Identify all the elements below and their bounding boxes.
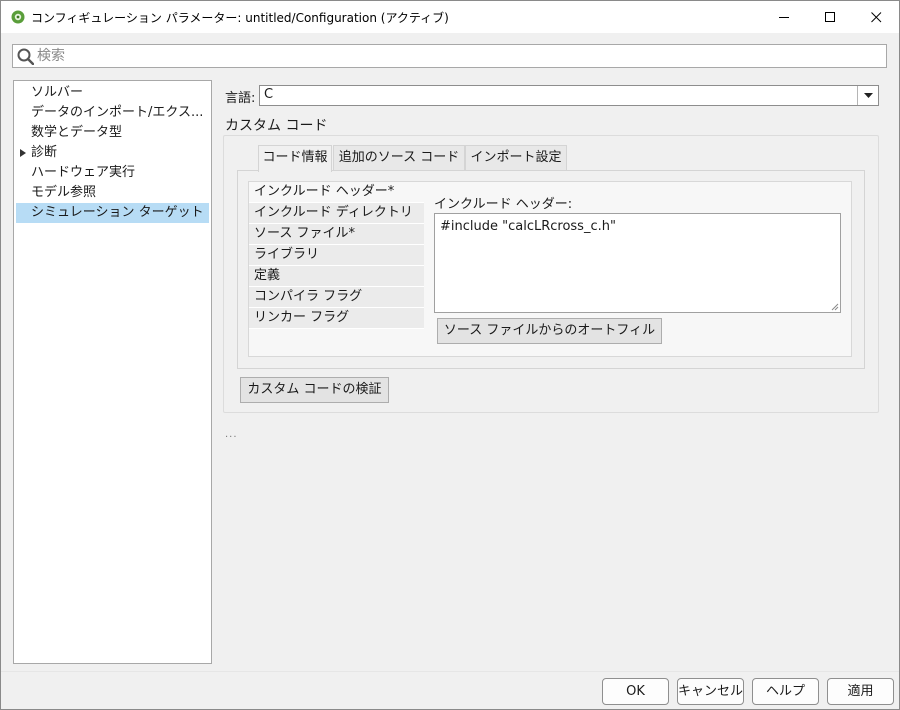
ok-button[interactable]: OK bbox=[602, 678, 669, 705]
list-item-label: ライブラリ bbox=[254, 247, 320, 262]
tree-item-label: 数学とデータ型 bbox=[31, 125, 123, 140]
tree-item-label: モデル参照 bbox=[31, 185, 97, 200]
code-info-list: インクルード ヘッダー* インクルード ディレクトリ ソース ファイル* ライブ… bbox=[249, 182, 424, 329]
window-title: コンフィギュレーション パラメーター: untitled/Configurati… bbox=[31, 11, 449, 25]
list-item-label: ソース ファイル* bbox=[254, 226, 355, 241]
maximize-icon bbox=[824, 11, 835, 22]
list-item-defines[interactable]: 定義 bbox=[249, 266, 424, 287]
expand-arrow-icon[interactable] bbox=[20, 149, 26, 157]
apply-button[interactable]: 適用 bbox=[827, 678, 894, 705]
list-item-label: リンカー フラグ bbox=[254, 310, 350, 325]
search-box[interactable] bbox=[12, 44, 887, 68]
maximize-button[interactable] bbox=[807, 1, 853, 33]
tree-item-label: 診断 bbox=[31, 145, 58, 160]
resize-grip-icon[interactable] bbox=[831, 303, 839, 311]
tab-import-settings[interactable]: インポート設定 bbox=[465, 145, 567, 171]
tab-label: コード情報 bbox=[262, 150, 328, 165]
include-headers-textarea[interactable]: #include "calcLRcross_c.h" bbox=[434, 213, 841, 313]
more-indicator: ... bbox=[225, 429, 238, 440]
list-item-label: インクルード ヘッダー* bbox=[254, 184, 395, 199]
tree-item-label: ハードウェア実行 bbox=[31, 165, 136, 180]
include-headers-value: #include "calcLRcross_c.h" bbox=[440, 219, 616, 234]
minimize-button[interactable] bbox=[761, 1, 807, 33]
tab-label: インポート設定 bbox=[470, 150, 562, 165]
title-bar[interactable]: コンフィギュレーション パラメーター: untitled/Configurati… bbox=[1, 1, 899, 33]
list-item-label: コンパイラ フラグ bbox=[254, 289, 363, 304]
validate-button-label: カスタム コードの検証 bbox=[247, 382, 382, 397]
tree-item-label: データのインポート/エクス... bbox=[31, 105, 204, 120]
cancel-button[interactable]: キャンセル bbox=[677, 678, 744, 705]
tree-item-data-import-export[interactable]: データのインポート/エクス... bbox=[16, 103, 209, 123]
dropdown-arrow-icon[interactable] bbox=[857, 86, 878, 105]
tree-item-hardware-implementation[interactable]: ハードウェア実行 bbox=[16, 163, 209, 183]
apply-button-label: 適用 bbox=[847, 684, 874, 699]
list-item-libraries[interactable]: ライブラリ bbox=[249, 245, 424, 266]
include-headers-label: インクルード ヘッダー: bbox=[434, 197, 573, 212]
list-item-linker-flags[interactable]: リンカー フラグ bbox=[249, 308, 424, 329]
tree-item-solver[interactable]: ソルバー bbox=[16, 83, 209, 103]
minimize-icon bbox=[778, 16, 789, 18]
close-icon bbox=[870, 11, 881, 22]
tree-item-label: ソルバー bbox=[31, 85, 84, 100]
footer-divider bbox=[1, 671, 899, 672]
list-item-label: 定義 bbox=[254, 268, 281, 283]
list-item-source-files[interactable]: ソース ファイル* bbox=[249, 224, 424, 245]
validate-custom-code-button[interactable]: カスタム コードの検証 bbox=[240, 377, 389, 403]
autofill-button-label: ソース ファイルからのオートフィル bbox=[443, 323, 656, 338]
list-item-compiler-flags[interactable]: コンパイラ フラグ bbox=[249, 287, 424, 308]
tree-item-diagnostics[interactable]: 診断 bbox=[16, 143, 209, 163]
tab-additional-source-code[interactable]: 追加のソース コード bbox=[333, 145, 465, 171]
tree-item-math-data-types[interactable]: 数学とデータ型 bbox=[16, 123, 209, 143]
tab-label: 追加のソース コード bbox=[338, 150, 460, 165]
tree-item-simulation-target[interactable]: シミュレーション ターゲット bbox=[16, 203, 209, 223]
tree-item-label: シミュレーション ターゲット bbox=[31, 205, 204, 220]
language-dropdown[interactable]: C bbox=[259, 85, 879, 106]
tree-item-model-referencing[interactable]: モデル参照 bbox=[16, 183, 209, 203]
ok-button-label: OK bbox=[626, 684, 645, 699]
list-item-include-headers[interactable]: インクルード ヘッダー* bbox=[249, 182, 424, 203]
custom-code-section-title: カスタム コード bbox=[225, 118, 328, 134]
language-label: 言語: bbox=[225, 91, 256, 106]
list-item-label: インクルード ディレクトリ bbox=[254, 205, 413, 220]
list-item-include-directories[interactable]: インクルード ディレクトリ bbox=[249, 203, 424, 224]
close-button[interactable] bbox=[853, 1, 899, 33]
autofill-button[interactable]: ソース ファイルからのオートフィル bbox=[437, 318, 662, 344]
search-icon bbox=[17, 48, 34, 65]
tab-code-information[interactable]: コード情報 bbox=[258, 145, 332, 172]
language-value: C bbox=[264, 87, 274, 102]
search-input[interactable] bbox=[37, 46, 877, 66]
cancel-button-label: キャンセル bbox=[678, 684, 744, 699]
help-button[interactable]: ヘルプ bbox=[752, 678, 819, 705]
help-button-label: ヘルプ bbox=[765, 684, 805, 699]
matlab-simulink-icon bbox=[11, 10, 25, 24]
config-params-dialog: コンフィギュレーション パラメーター: untitled/Configurati… bbox=[0, 0, 900, 710]
category-tree: ソルバー データのインポート/エクス... 数学とデータ型 診断 ハードウェア実… bbox=[13, 80, 212, 664]
